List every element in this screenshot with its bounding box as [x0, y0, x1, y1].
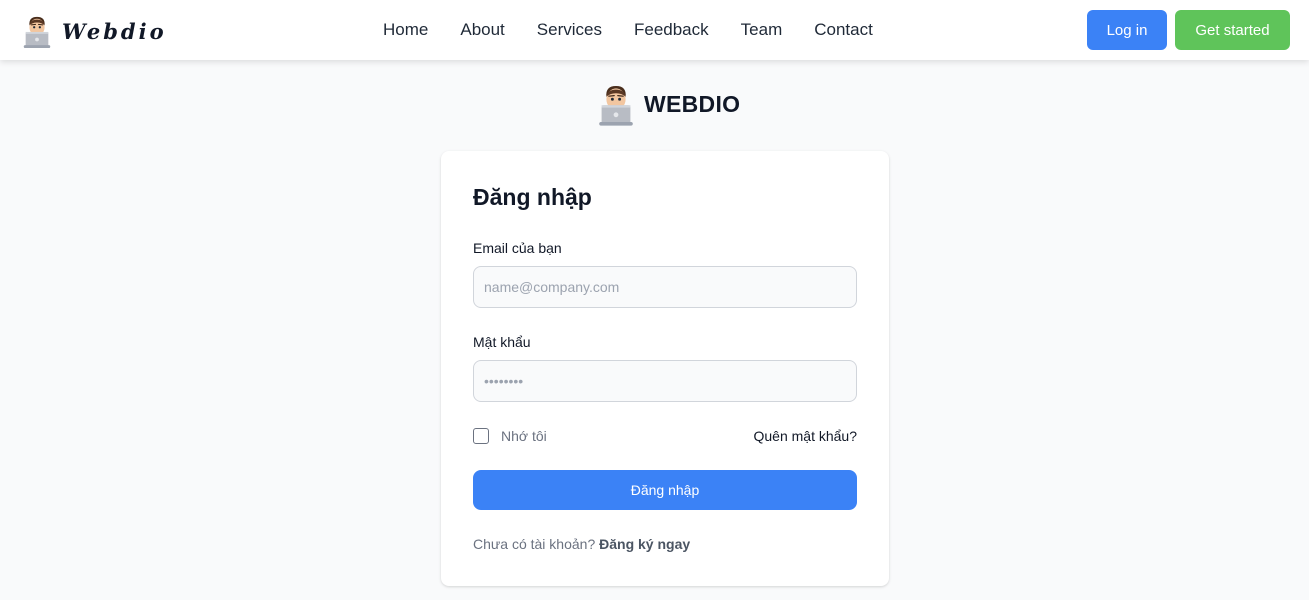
remember-me: Nhớ tôi — [473, 427, 547, 445]
password-field[interactable] — [473, 360, 857, 402]
remember-me-checkbox[interactable] — [473, 428, 489, 444]
nav-link-team[interactable]: Team — [725, 20, 799, 40]
avatar-with-laptop-icon — [598, 82, 634, 126]
nav-link-services[interactable]: Services — [521, 20, 618, 40]
nav-link-about[interactable]: About — [444, 20, 520, 40]
remember-me-label: Nhớ tôi — [501, 428, 547, 444]
forgot-password-link[interactable]: Quên mật khẩu? — [753, 428, 857, 444]
signup-link[interactable]: Đăng ký ngay — [599, 536, 690, 552]
nav-link-feedback[interactable]: Feedback — [618, 20, 725, 40]
signup-prompt: Chưa có tài khoản? Đăng ký ngay — [473, 536, 690, 552]
nav-link-home[interactable]: Home — [367, 20, 444, 40]
main-nav: Home About Services Feedback Team Contac… — [367, 0, 889, 60]
avatar-with-laptop-icon — [22, 14, 52, 48]
password-label: Mật khẩu — [473, 334, 531, 350]
nav-link-contact[interactable]: Contact — [798, 20, 889, 40]
brand-name: Webdio — [62, 18, 167, 44]
submit-login-button[interactable]: Đăng nhập — [473, 470, 857, 510]
email-label: Email của bạn — [473, 240, 562, 256]
login-button[interactable]: Log in — [1087, 10, 1167, 50]
get-started-button[interactable]: Get started — [1175, 10, 1290, 50]
logo-text: WEBDIO — [644, 90, 741, 117]
page-logo[interactable]: WEBDIO — [598, 82, 740, 126]
login-card: Đăng nhập Email của bạn Mật khẩu Nhớ tôi… — [441, 151, 889, 586]
no-account-text: Chưa có tài khoản? — [473, 536, 596, 552]
top-navbar: Webdio Home About Services Feedback Team… — [0, 0, 1309, 60]
brand-logo-link[interactable]: Webdio — [22, 13, 167, 49]
email-field[interactable] — [473, 266, 857, 308]
page-title: Đăng nhập — [473, 184, 592, 210]
